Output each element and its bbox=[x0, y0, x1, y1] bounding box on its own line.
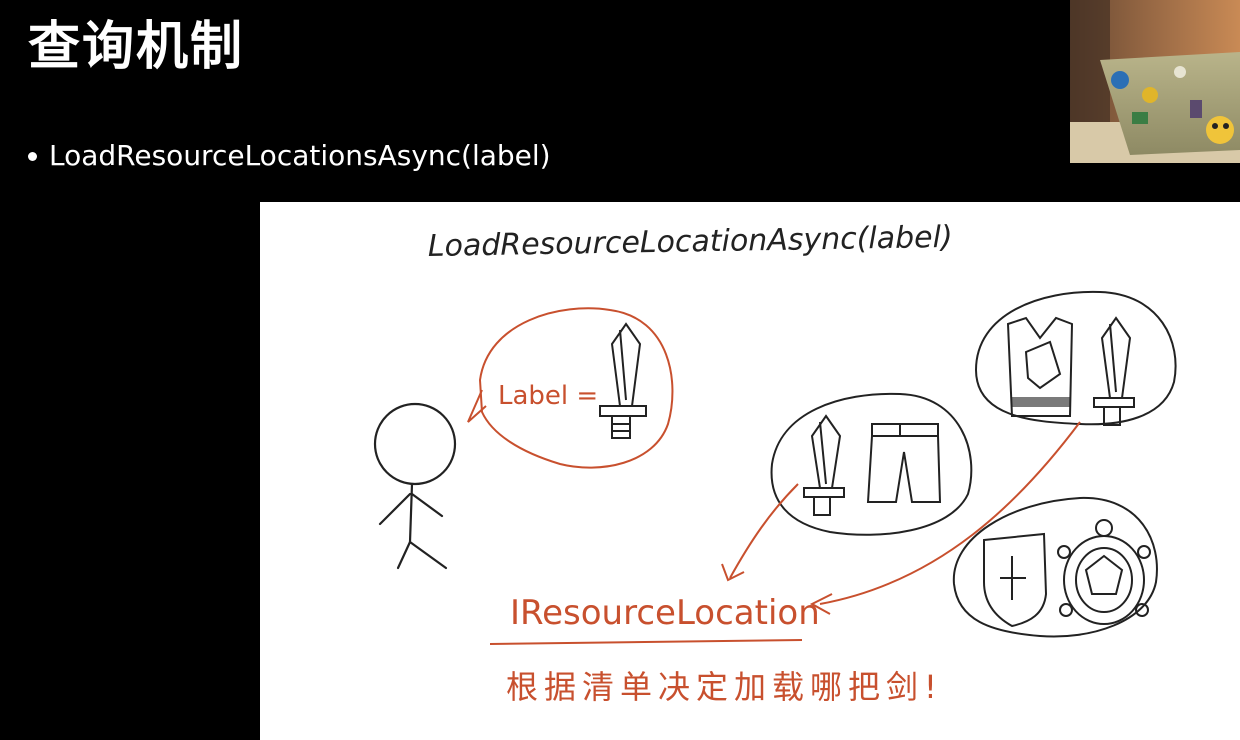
sword-icon bbox=[803, 414, 845, 516]
asset-bubble-armor-sword bbox=[974, 290, 1177, 426]
whiteboard-image: LoadResourceLocationAsync(label) Label = bbox=[260, 202, 1240, 740]
whiteboard-heading: LoadResourceLocationAsync(label) bbox=[428, 220, 953, 264]
webcam-video bbox=[1070, 0, 1240, 163]
result-underline bbox=[489, 639, 803, 645]
shield-icon bbox=[983, 532, 1048, 628]
sword-icon bbox=[1093, 316, 1135, 426]
bullet-dot bbox=[28, 151, 37, 161]
sword-icon bbox=[599, 322, 647, 439]
stick-figure bbox=[373, 402, 457, 570]
bubble-label: Label = bbox=[498, 381, 598, 411]
bullet-text: LoadResourceLocationsAsync(label) bbox=[49, 139, 551, 172]
slide-title: 查询机制 bbox=[28, 17, 245, 77]
turtle-icon bbox=[1057, 519, 1151, 625]
armor-icon bbox=[1006, 316, 1074, 417]
webcam-image bbox=[1070, 0, 1240, 163]
bullet-item: LoadResourceLocationsAsync(label) bbox=[28, 134, 551, 178]
whiteboard-drawing: LoadResourceLocationAsync(label) Label = bbox=[373, 220, 1177, 706]
asset-bubble-sword-pants bbox=[770, 392, 973, 536]
result-label: IResourceLocation bbox=[510, 593, 820, 633]
note-text: 根据清单决定加载哪把剑! bbox=[506, 668, 943, 706]
arrow-to-location-1 bbox=[721, 483, 799, 582]
pants-icon bbox=[866, 423, 942, 503]
